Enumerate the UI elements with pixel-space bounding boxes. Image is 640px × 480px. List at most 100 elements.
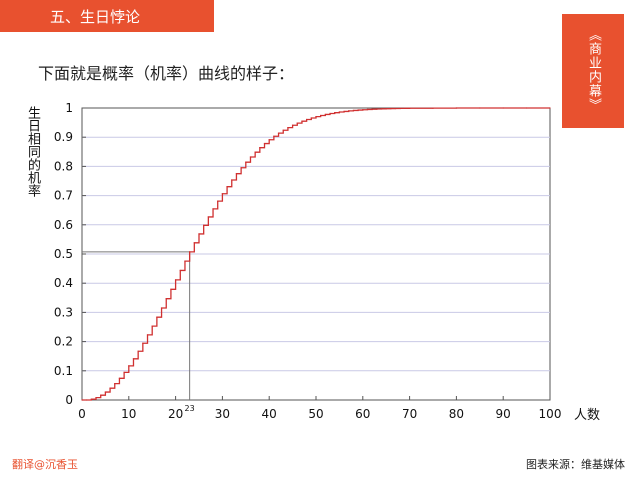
data-point	[245, 161, 247, 163]
data-point	[231, 179, 233, 181]
data-point	[240, 167, 242, 169]
data-point	[282, 129, 284, 131]
data-point	[455, 107, 457, 109]
data-point	[301, 120, 303, 122]
data-point	[357, 109, 359, 111]
data-point	[549, 107, 551, 109]
data-point	[390, 107, 392, 110]
data-point	[207, 216, 209, 218]
x-tick-label: 60	[355, 407, 370, 421]
data-point	[268, 139, 270, 141]
data-point	[179, 269, 181, 272]
y-tick-label: 0.2	[54, 335, 73, 349]
data-point	[132, 358, 135, 360]
data-point	[306, 118, 308, 121]
data-point	[338, 111, 340, 113]
data-point	[502, 107, 504, 109]
data-point	[362, 109, 364, 111]
data-point	[203, 224, 205, 226]
data-point	[146, 334, 149, 336]
x-tick-label: 0	[78, 407, 86, 421]
data-point	[151, 325, 153, 327]
data-point	[329, 112, 331, 115]
data-point	[81, 399, 83, 401]
data-point	[184, 260, 186, 262]
data-point	[376, 108, 378, 110]
x-tick-label: 70	[402, 407, 417, 421]
annotation-label: 23	[185, 404, 195, 413]
data-point	[432, 107, 434, 109]
data-point	[324, 113, 326, 116]
data-point	[189, 251, 191, 253]
data-point	[165, 298, 167, 300]
data-point	[198, 233, 200, 235]
data-point	[212, 208, 214, 210]
y-tick-label: 0.3	[54, 305, 73, 319]
data-point	[352, 109, 355, 112]
x-tick-label: 20	[168, 407, 183, 421]
data-point	[366, 108, 369, 111]
y-tick-label: 0.6	[54, 218, 73, 232]
data-point	[142, 342, 144, 344]
data-point	[310, 117, 312, 119]
data-point	[160, 307, 163, 309]
data-point	[371, 108, 373, 110]
data-point	[292, 124, 294, 126]
data-point	[334, 112, 336, 114]
data-point	[385, 108, 387, 110]
data-point	[86, 399, 88, 401]
y-tick-label: 0.5	[54, 247, 73, 261]
x-tick-label: 40	[262, 407, 277, 421]
y-tick-label: 0.7	[54, 189, 73, 203]
data-point	[90, 398, 92, 400]
data-point	[114, 382, 116, 385]
x-tick-label: 90	[496, 407, 511, 421]
data-point	[254, 151, 256, 153]
x-tick-label: 30	[215, 407, 230, 421]
y-tick-label: 0	[65, 393, 73, 407]
data-point	[137, 350, 139, 352]
y-tick-label: 0.1	[54, 364, 73, 378]
data-point	[343, 110, 345, 113]
probability-chart: 00.10.20.30.40.50.60.70.80.910 10 20 30 40 50…	[54, 101, 562, 421]
data-point	[104, 391, 106, 393]
data-point	[226, 186, 228, 188]
data-point	[193, 242, 195, 244]
data-point	[296, 122, 298, 124]
y-tick-label: 0.4	[54, 276, 73, 290]
data-point	[273, 135, 275, 137]
y-tick-label: 0.8	[54, 159, 73, 173]
data-point	[175, 279, 177, 281]
data-point	[526, 107, 528, 109]
x-tick-label: 10	[121, 407, 136, 421]
data-point	[128, 365, 130, 367]
data-point	[409, 107, 411, 109]
data-point	[287, 126, 289, 129]
data-point	[315, 116, 317, 118]
data-point	[170, 288, 172, 290]
data-point	[479, 107, 481, 109]
data-point	[348, 110, 350, 112]
data-point	[123, 371, 125, 373]
chart-source: 图表来源：维基媒体	[526, 458, 625, 471]
y-tick-label: 0.9	[54, 130, 73, 144]
data-point	[263, 142, 266, 145]
data-point	[217, 200, 219, 202]
data-point	[399, 107, 401, 109]
data-point	[404, 107, 406, 109]
x-tick-label: 50	[308, 407, 323, 421]
translator-credit: 翻译@沉香玉	[12, 458, 78, 471]
data-point	[277, 132, 280, 134]
data-point	[95, 397, 97, 399]
data-point	[100, 394, 102, 396]
data-point	[235, 173, 238, 175]
data-point	[249, 156, 252, 158]
data-point	[109, 387, 111, 389]
data-point	[156, 316, 158, 318]
x-tick-label: 100	[539, 407, 562, 421]
data-point	[259, 147, 261, 149]
data-point	[118, 377, 121, 379]
data-point	[394, 107, 397, 110]
y-tick-label: 1	[65, 101, 73, 115]
data-point	[380, 108, 383, 110]
